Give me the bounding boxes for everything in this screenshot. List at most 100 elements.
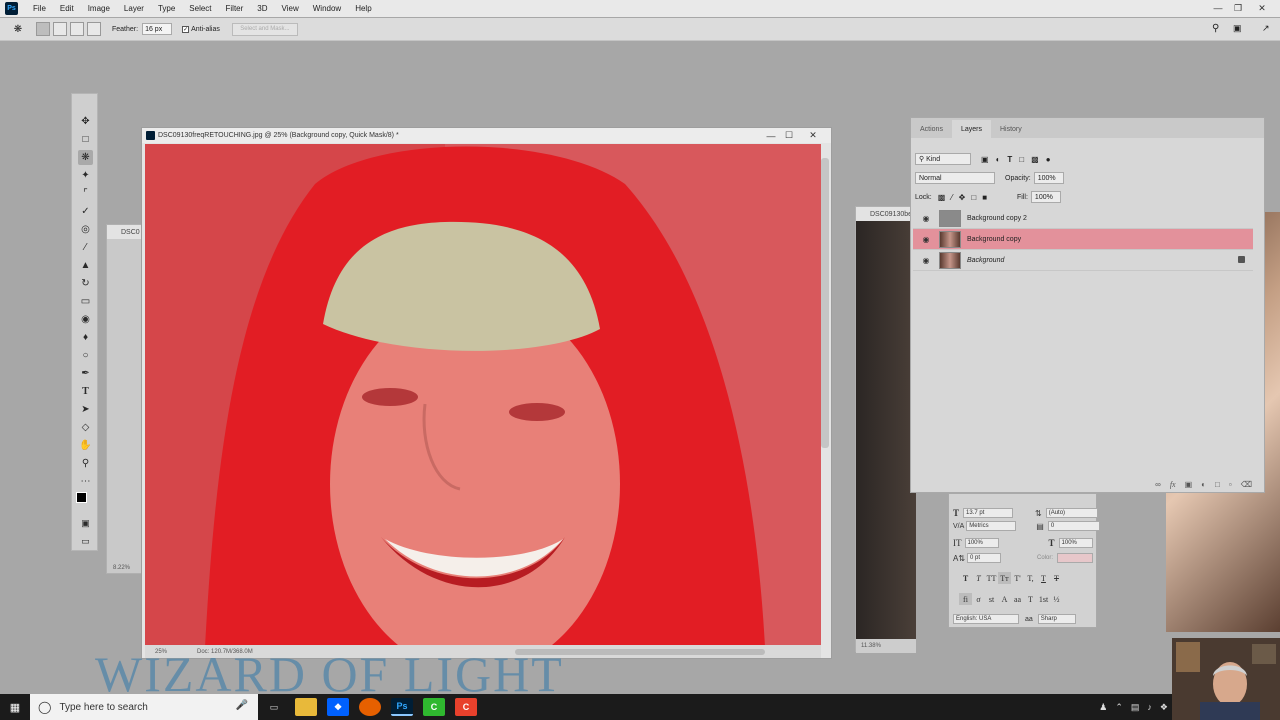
strikethrough-button[interactable]: T [1050, 572, 1063, 584]
menu-edit[interactable]: Edit [53, 4, 81, 13]
workspace-icon[interactable]: ▣ [1233, 23, 1242, 34]
share-icon[interactable]: ↗ [1262, 23, 1270, 34]
volume-icon[interactable]: ♪ [1147, 702, 1152, 712]
kind-filter-select[interactable]: ⚲ Kind [915, 153, 971, 165]
ligatures-button[interactable]: fi [959, 593, 972, 605]
subscript-button[interactable]: T, [1024, 572, 1037, 584]
task-view-icon[interactable]: ▭ [263, 698, 285, 716]
underline-button[interactable]: T [1037, 572, 1050, 584]
taskbar-search-box[interactable]: ◯ Type here to search 🎤 [30, 694, 258, 720]
horizontal-scale-input[interactable]: 100% [1058, 538, 1093, 548]
lock-artboard-icon[interactable]: □ [971, 193, 976, 202]
blur-tool-icon[interactable]: ♦ [78, 330, 93, 345]
restore-icon[interactable]: ❐ [1228, 1, 1248, 15]
move-tool-icon[interactable]: ✥ [78, 114, 93, 129]
lock-all-icon[interactable]: ■ [982, 193, 987, 202]
menu-type[interactable]: Type [151, 4, 182, 13]
small-caps-button[interactable]: Tт [998, 572, 1011, 584]
stylistic-alternates-button[interactable]: st [985, 593, 998, 605]
tray-overflow-icon[interactable]: ⌃ [1115, 702, 1123, 713]
screen-mode-icon[interactable]: ▭ [78, 534, 93, 549]
lasso-preset-icon[interactable]: ❋ [0, 24, 36, 35]
foreground-color-swatch[interactable] [76, 492, 87, 503]
delete-layer-icon[interactable]: ⌫ [1241, 480, 1252, 489]
shape-tool-icon[interactable]: ◇ [78, 420, 93, 435]
antialias-method-select[interactable]: Sharp [1037, 614, 1076, 624]
leading-input[interactable]: (Auto) [1045, 508, 1098, 518]
faux-italic-button[interactable]: T [972, 572, 985, 584]
opacity-input[interactable]: 100% [1033, 172, 1064, 184]
new-selection-button[interactable] [36, 22, 50, 36]
filter-pixel-icon[interactable]: ▣ [981, 155, 989, 164]
hand-tool-icon[interactable]: ✋ [78, 438, 93, 453]
lock-transparency-icon[interactable]: ▩ [938, 193, 946, 202]
filter-toggle-icon[interactable]: ● [1046, 155, 1051, 164]
clone-stamp-tool-icon[interactable]: ▲ [78, 258, 93, 273]
dodge-tool-icon[interactable]: ○ [78, 348, 93, 363]
more-tools-icon[interactable]: ⋯ [78, 474, 93, 489]
faux-bold-button[interactable]: T [959, 572, 972, 584]
menu-layer[interactable]: Layer [117, 4, 151, 13]
eye-icon[interactable]: ◉ [919, 214, 933, 223]
ordinal-superscript-button[interactable]: 1st [1037, 593, 1050, 605]
image-canvas[interactable] [145, 144, 821, 647]
menu-help[interactable]: Help [348, 4, 378, 13]
fill-input[interactable]: 100% [1030, 191, 1061, 203]
type-tool-icon[interactable]: T [78, 384, 93, 399]
background-document-window-right[interactable]: DSC09130be 11.38% [855, 206, 916, 653]
background-document-window-left[interactable]: DSC0 8.22% [106, 224, 146, 574]
dropbox-icon[interactable]: ❖ [327, 698, 349, 716]
tab-layers[interactable]: Layers [951, 120, 991, 138]
quick-select-tool-icon[interactable]: ✦ [78, 168, 93, 183]
paint-bucket-tool-icon[interactable]: ◉ [78, 312, 93, 327]
new-group-icon[interactable]: □ [1215, 480, 1220, 489]
subtract-selection-button[interactable] [70, 22, 84, 36]
filter-smart-icon[interactable]: ▩ [1031, 155, 1039, 164]
eraser-tool-icon[interactable]: ▭ [78, 294, 93, 309]
eye-icon[interactable]: ◉ [919, 235, 933, 244]
add-selection-button[interactable] [53, 22, 67, 36]
search-icon[interactable]: ⚲ [1212, 23, 1219, 34]
layer-row-background[interactable]: ◉ Background [913, 250, 1253, 271]
baseline-shift-input[interactable]: 0 pt [967, 553, 1002, 563]
filter-shape-icon[interactable]: □ [1019, 155, 1024, 164]
windows-start-icon[interactable]: ▦ [0, 694, 30, 720]
quick-mask-icon[interactable]: ▣ [78, 516, 93, 531]
eye-icon[interactable]: ◉ [919, 256, 933, 265]
kerning-input[interactable]: Metrics [966, 521, 1017, 531]
lasso-tool-icon[interactable]: ❋ [78, 150, 93, 165]
superscript-button[interactable]: T' [1011, 572, 1024, 584]
fractions-button[interactable]: ½ [1050, 593, 1063, 605]
camtasia-green-icon[interactable]: C [423, 698, 445, 716]
adjustment-layer-icon[interactable]: ◐ [1201, 480, 1206, 489]
tracking-input[interactable]: 0 [1047, 521, 1100, 531]
doc-close-icon[interactable]: ✕ [804, 129, 822, 142]
lock-pixels-icon[interactable]: ⁄ [951, 193, 952, 202]
all-caps-button[interactable]: TT [985, 572, 998, 584]
titling-button[interactable]: aa [1011, 593, 1024, 605]
add-mask-icon[interactable]: ▣ [1185, 480, 1193, 489]
tab-history[interactable]: History [991, 120, 1031, 138]
menu-3d[interactable]: 3D [250, 4, 274, 13]
history-brush-tool-icon[interactable]: ↻ [78, 276, 93, 291]
layer-row-background-copy-2[interactable]: ◉ Background copy 2 [913, 208, 1253, 229]
pen-tool-icon[interactable]: ✒ [78, 366, 93, 381]
vertical-scrollbar[interactable] [821, 158, 829, 448]
photoshop-taskbar-icon[interactable]: Ps [391, 698, 413, 716]
healing-brush-tool-icon[interactable]: ◎ [78, 222, 93, 237]
fx-icon[interactable]: fx [1170, 480, 1176, 489]
minimize-icon[interactable]: — [1208, 1, 1228, 15]
blend-mode-select[interactable]: Normal [915, 172, 995, 184]
crop-tool-icon[interactable]: ⌜ [78, 186, 93, 201]
intersect-selection-button[interactable] [87, 22, 101, 36]
dropbox-tray-icon[interactable]: ❖ [1160, 702, 1168, 713]
menu-image[interactable]: Image [81, 4, 117, 13]
doc-minimize-icon[interactable]: — [762, 129, 780, 142]
discretionary-ligatures-button[interactable]: σ [972, 593, 985, 605]
menu-file[interactable]: File [26, 4, 53, 13]
menu-filter[interactable]: Filter [219, 4, 251, 13]
file-explorer-icon[interactable] [295, 698, 317, 716]
main-document-window[interactable]: DSC09130freqRETOUCHING.jpg @ 25% (Backgr… [141, 127, 832, 659]
text-color-swatch[interactable] [1057, 553, 1094, 563]
people-icon[interactable]: ♟ [1099, 702, 1107, 713]
